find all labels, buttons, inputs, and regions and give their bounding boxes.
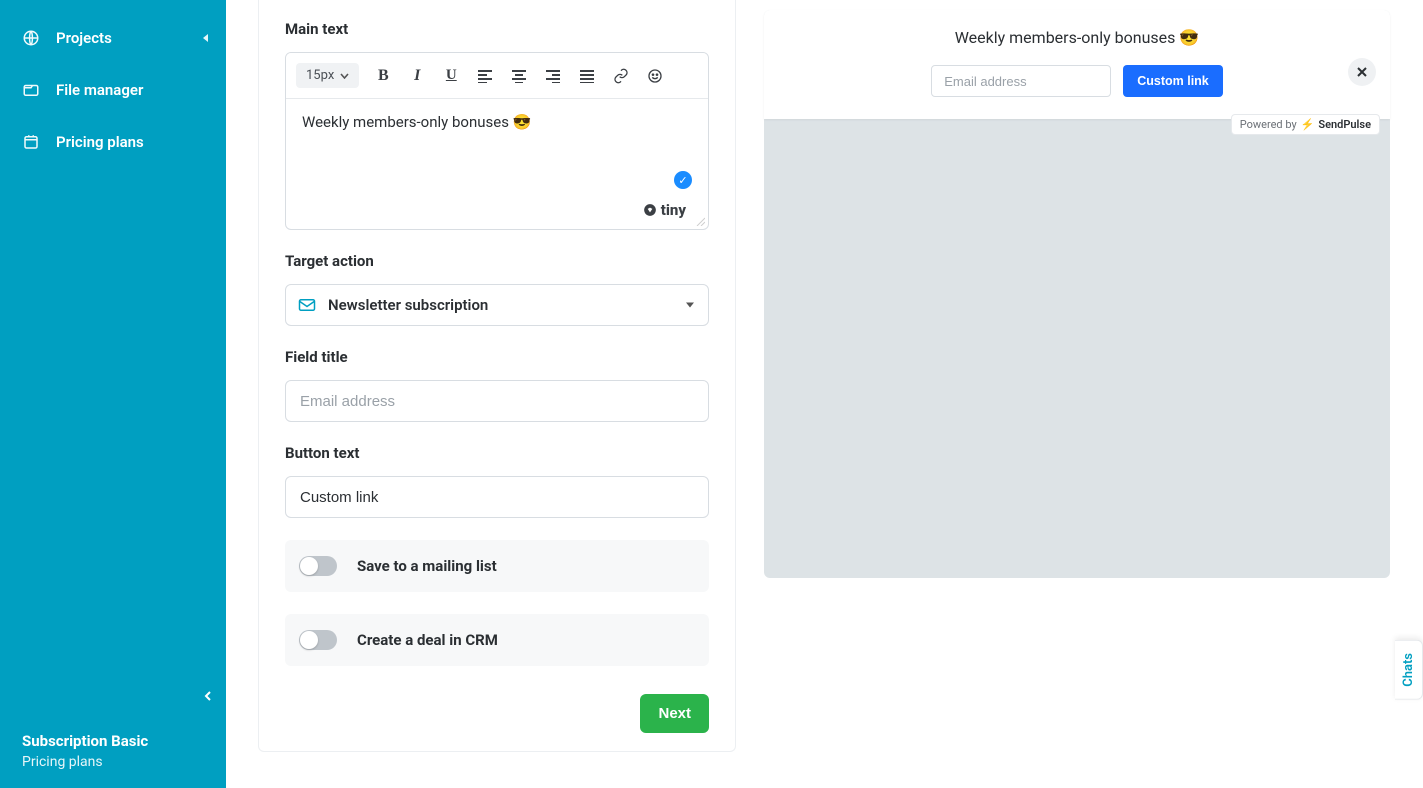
crm-deal-toggle[interactable]	[299, 630, 337, 650]
align-right-button[interactable]	[543, 66, 563, 86]
toggle-row-mailing: Save to a mailing list	[285, 540, 709, 592]
sidebar: Projects File manager Pricing plans Subs…	[0, 0, 226, 788]
link-button[interactable]	[611, 66, 631, 86]
folder-icon	[22, 81, 40, 99]
caret-down-icon	[686, 303, 694, 308]
crm-deal-label: Create a deal in CRM	[357, 631, 498, 649]
chats-tab[interactable]: Chats	[1395, 640, 1423, 700]
button-text-label: Button text	[285, 444, 709, 462]
sidebar-item-label: Pricing plans	[56, 133, 144, 151]
field-title-label: Field title	[285, 348, 709, 366]
rich-text-editor: 15px B I U	[285, 52, 709, 230]
field-title-input[interactable]	[285, 380, 709, 422]
sidebar-nav: Projects File manager Pricing plans	[0, 0, 226, 718]
widget-form: Custom link	[784, 65, 1370, 97]
underline-button[interactable]: U	[441, 66, 461, 86]
preview-submit-button[interactable]: Custom link	[1123, 65, 1223, 97]
toggle-row-crm: Create a deal in CRM	[285, 614, 709, 666]
sidebar-item-label: File manager	[56, 81, 143, 99]
globe-icon	[22, 29, 40, 47]
bold-button[interactable]: B	[373, 66, 393, 86]
preview-panel: Weekly members-only bonuses 😎 Custom lin…	[764, 10, 1390, 578]
chevron-down-icon	[340, 73, 349, 79]
sidebar-item-projects[interactable]: Projects	[0, 12, 226, 64]
sidebar-footer: Subscription Basic Pricing plans	[0, 718, 226, 788]
next-button[interactable]: Next	[640, 694, 709, 733]
tiny-logo-icon	[643, 203, 657, 217]
emoji-button[interactable]	[645, 66, 665, 86]
editor-content-area[interactable]: Weekly members-only bonuses 😎 ✓ tiny	[286, 99, 708, 229]
align-justify-button[interactable]	[577, 66, 597, 86]
font-size-select[interactable]: 15px	[296, 63, 359, 88]
powered-brand: SendPulse	[1318, 118, 1371, 131]
check-badge-icon: ✓	[674, 171, 692, 189]
button-text-input[interactable]	[285, 476, 709, 518]
powered-by-badge[interactable]: Powered by ⚡ SendPulse	[1231, 114, 1380, 135]
resize-handle-icon[interactable]	[695, 216, 705, 226]
widget-card: Weekly members-only bonuses 😎 Custom lin…	[764, 10, 1390, 119]
form-panel: Main text 15px B I U	[258, 0, 736, 752]
close-icon	[1356, 66, 1368, 78]
bolt-icon: ⚡	[1301, 118, 1315, 131]
sidebar-item-label: Projects	[56, 29, 112, 47]
main-column: Main text 15px B I U	[258, 0, 736, 788]
font-size-value: 15px	[306, 68, 334, 83]
align-left-button[interactable]	[475, 66, 495, 86]
editor-toolbar: 15px B I U	[286, 53, 708, 99]
italic-button[interactable]: I	[407, 66, 427, 86]
target-action-value: Newsletter subscription	[328, 296, 488, 314]
mailing-list-toggle[interactable]	[299, 556, 337, 576]
target-action-select[interactable]: Newsletter subscription	[285, 284, 709, 326]
powered-prefix: Powered by	[1240, 118, 1297, 131]
calendar-icon	[22, 133, 40, 151]
pricing-plans-link[interactable]: Pricing plans	[22, 754, 204, 770]
subscription-title: Subscription Basic	[22, 732, 204, 750]
sidebar-item-file-manager[interactable]: File manager	[0, 64, 226, 116]
chevron-left-icon	[204, 690, 212, 702]
editor-brand: tiny	[643, 201, 686, 219]
collapse-indicator-icon	[203, 34, 208, 42]
mail-icon	[298, 298, 316, 312]
widget-title: Weekly members-only bonuses 😎	[784, 28, 1370, 47]
editor-text: Weekly members-only bonuses 😎	[302, 113, 531, 131]
align-center-button[interactable]	[509, 66, 529, 86]
sidebar-item-pricing-plans[interactable]: Pricing plans	[0, 116, 226, 168]
sidebar-collapse-toggle[interactable]	[198, 686, 218, 706]
widget-close-button[interactable]	[1348, 58, 1376, 86]
target-action-label: Target action	[285, 252, 709, 270]
mailing-list-label: Save to a mailing list	[357, 557, 497, 575]
preview-email-input[interactable]	[931, 65, 1111, 97]
main-text-label: Main text	[285, 20, 709, 38]
